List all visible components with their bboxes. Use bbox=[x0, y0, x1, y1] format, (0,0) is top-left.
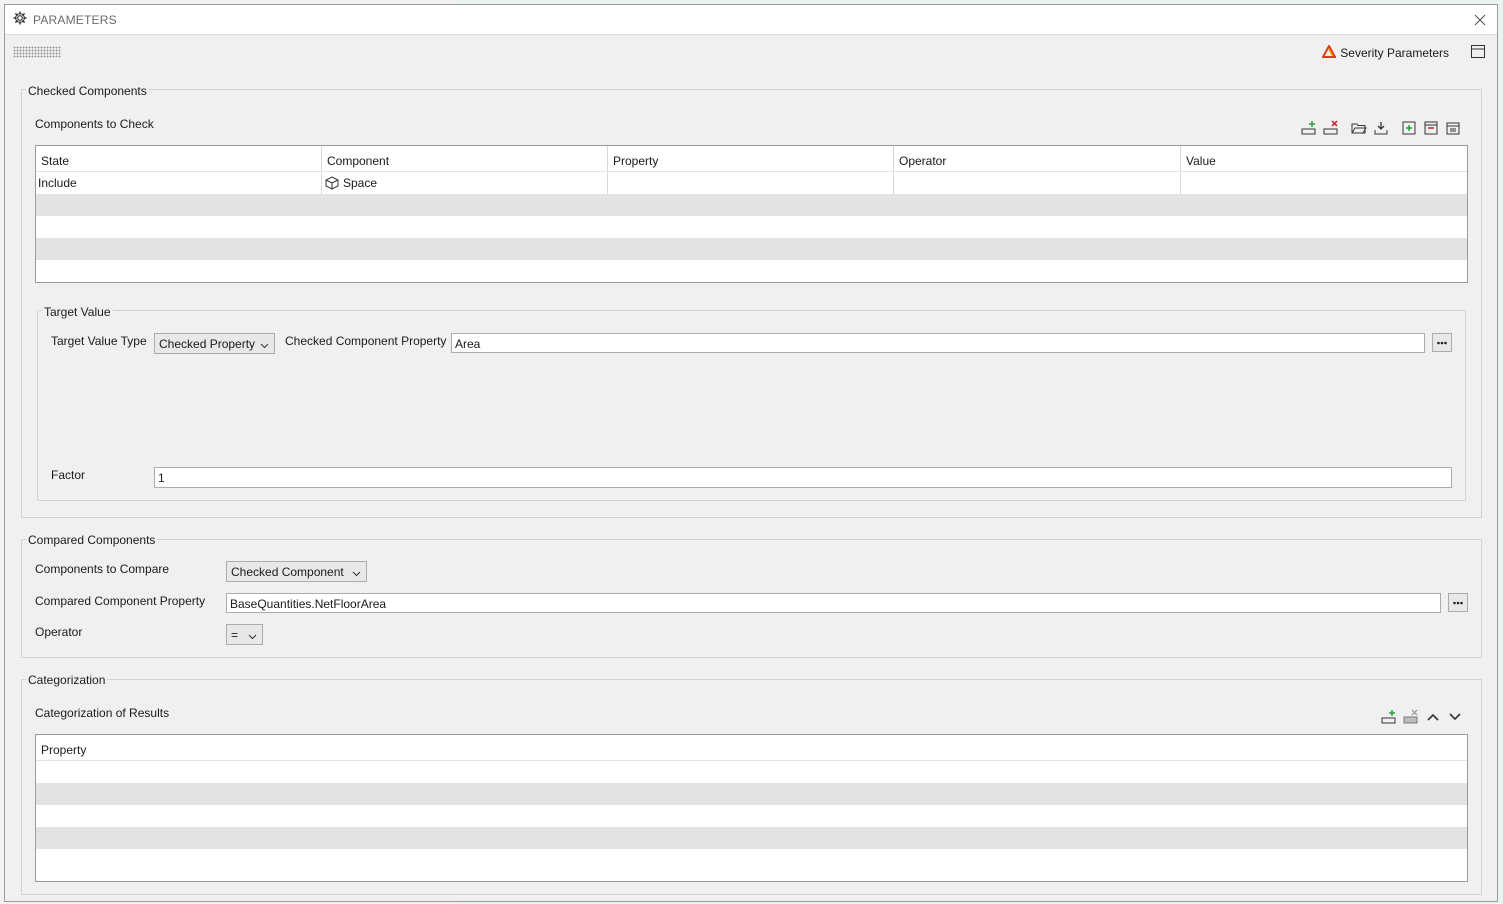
empty-row bbox=[36, 783, 1467, 805]
remove-item-icon[interactable] bbox=[1423, 120, 1439, 136]
factor-input[interactable]: 1 bbox=[154, 467, 1452, 488]
empty-row bbox=[36, 194, 1467, 216]
empty-row bbox=[36, 805, 1467, 827]
column-header-component[interactable]: Component bbox=[322, 146, 608, 171]
empty-row bbox=[36, 761, 1467, 783]
empty-row bbox=[36, 827, 1467, 849]
parameters-dialog: PARAMETERS Severity Parameters Checked C… bbox=[4, 4, 1498, 902]
chevron-down-icon bbox=[260, 339, 269, 353]
target-value-type-value: Checked Property bbox=[159, 336, 256, 351]
gear-icon bbox=[13, 11, 27, 28]
empty-row bbox=[36, 260, 1467, 282]
chevron-up-icon[interactable] bbox=[1425, 709, 1441, 725]
operator-label: Operator bbox=[35, 625, 83, 639]
operator-select[interactable]: = bbox=[226, 624, 263, 645]
factor-label: Factor bbox=[51, 468, 86, 482]
cell-property[interactable] bbox=[608, 172, 894, 194]
table-header: State Component Property Operator Value bbox=[36, 146, 1467, 172]
table-header: Property bbox=[36, 735, 1467, 761]
column-header-value[interactable]: Value bbox=[1181, 146, 1467, 171]
categorization-table: Property bbox=[35, 734, 1468, 882]
drag-grip[interactable] bbox=[13, 46, 61, 58]
close-icon[interactable] bbox=[1471, 11, 1489, 29]
delete-category-icon[interactable] bbox=[1403, 709, 1419, 725]
cell-value[interactable] bbox=[1181, 172, 1467, 194]
checked-component-property-label: Checked Component Property bbox=[285, 334, 447, 348]
categorization-label: Categorization bbox=[26, 673, 108, 687]
browse-compared-property-button[interactable] bbox=[1448, 593, 1468, 612]
chevron-down-icon bbox=[352, 567, 361, 581]
panel-toggle-icon[interactable] bbox=[1471, 45, 1487, 59]
checked-component-property-input[interactable]: Area bbox=[451, 333, 1425, 353]
severity-parameters-label: Severity Parameters bbox=[1340, 46, 1449, 60]
compared-component-property-input[interactable]: BaseQuantities.NetFloorArea bbox=[226, 593, 1441, 613]
column-header-operator[interactable]: Operator bbox=[894, 146, 1181, 171]
cell-operator[interactable] bbox=[894, 172, 1181, 194]
cube-icon bbox=[325, 176, 339, 193]
components-to-compare-label: Components to Compare bbox=[35, 562, 170, 576]
components-toolbar bbox=[1301, 120, 1461, 136]
components-to-check-label: Components to Check bbox=[35, 117, 154, 131]
empty-row bbox=[36, 216, 1467, 238]
target-value-type-label: Target Value Type bbox=[51, 334, 147, 348]
chevron-down-icon[interactable] bbox=[1447, 709, 1463, 725]
cell-component-label: Space bbox=[343, 176, 378, 190]
tool-strip: Severity Parameters bbox=[5, 35, 1497, 69]
checked-components-label: Checked Components bbox=[26, 84, 149, 98]
operator-value: = bbox=[231, 627, 239, 642]
categorization-of-results-label: Categorization of Results bbox=[35, 706, 170, 720]
add-row-icon[interactable] bbox=[1301, 120, 1317, 136]
compared-components-label: Compared Components bbox=[26, 533, 158, 547]
empty-row bbox=[36, 238, 1467, 260]
column-header-property[interactable]: Property bbox=[608, 146, 894, 171]
warning-triangle-icon bbox=[1321, 43, 1337, 61]
categorization-toolbar bbox=[1381, 709, 1463, 725]
download-icon[interactable] bbox=[1373, 120, 1389, 136]
window-title: PARAMETERS bbox=[33, 12, 117, 27]
target-value-label: Target Value bbox=[42, 305, 113, 319]
empty-row bbox=[36, 849, 1467, 871]
components-to-compare-value: Checked Component bbox=[231, 564, 344, 579]
delete-row-icon[interactable] bbox=[1323, 120, 1339, 136]
components-table: State Component Property Operator Value … bbox=[35, 145, 1468, 283]
table-row[interactable]: Include Space bbox=[36, 172, 1467, 194]
components-to-compare-select[interactable]: Checked Component bbox=[226, 561, 367, 582]
ellipsis-icon bbox=[1437, 337, 1447, 348]
compared-component-property-label: Compared Component Property bbox=[35, 594, 206, 608]
cell-component[interactable]: Space bbox=[322, 172, 608, 194]
title-bar: PARAMETERS bbox=[5, 5, 1497, 35]
add-category-icon[interactable] bbox=[1381, 709, 1397, 725]
cell-state[interactable]: Include bbox=[36, 172, 322, 194]
open-folder-icon[interactable] bbox=[1351, 120, 1367, 136]
severity-parameters-button[interactable]: Severity Parameters bbox=[1321, 43, 1449, 61]
add-item-icon[interactable] bbox=[1401, 120, 1417, 136]
ellipsis-icon bbox=[1453, 597, 1463, 608]
chevron-down-icon bbox=[248, 630, 257, 644]
target-value-type-select[interactable]: Checked Property bbox=[154, 333, 275, 354]
clear-all-icon[interactable] bbox=[1445, 120, 1461, 136]
browse-property-button[interactable] bbox=[1432, 333, 1452, 352]
column-header-property[interactable]: Property bbox=[36, 735, 1467, 760]
column-header-state[interactable]: State bbox=[36, 146, 322, 171]
